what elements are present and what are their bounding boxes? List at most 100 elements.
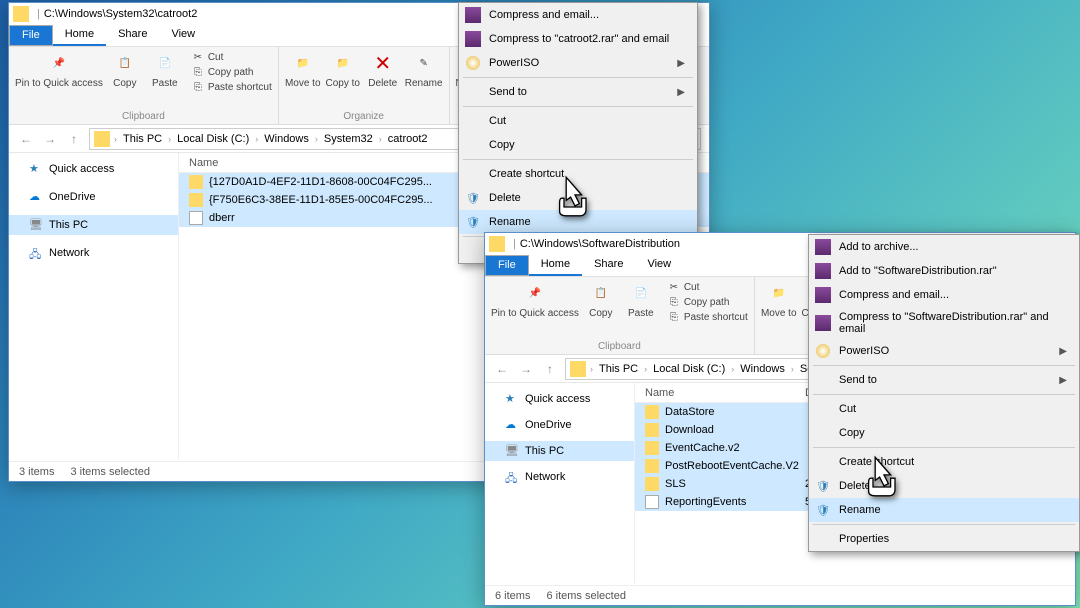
chevron-right-icon: ▶: [1059, 346, 1067, 357]
tab-home[interactable]: Home: [53, 25, 106, 46]
up-button[interactable]: ↑: [541, 360, 559, 378]
back-button[interactable]: ←: [17, 130, 35, 148]
blank-icon: [465, 137, 481, 153]
context-menu: Add to archive...Add to "SoftwareDistrib…: [808, 234, 1080, 552]
ctx-cut[interactable]: Cut: [809, 397, 1079, 421]
tab-view[interactable]: View: [635, 255, 683, 276]
tab-home[interactable]: Home: [529, 255, 582, 276]
folder-icon: [189, 193, 203, 207]
nav-this-pc[interactable]: 🖥This PC: [9, 215, 178, 235]
nav-network[interactable]: 🖧Network: [485, 467, 634, 487]
ctx-send-to[interactable]: Send to▶: [459, 80, 697, 104]
rar-icon: [815, 263, 831, 279]
folder-icon: [13, 6, 29, 22]
moveto-button[interactable]: 📁Move to: [285, 50, 321, 111]
ctx-compress-to-softwaredistribution-rar-and-email[interactable]: Compress to "SoftwareDistribution.rar" a…: [809, 307, 1079, 339]
tab-share[interactable]: Share: [106, 25, 159, 46]
status-selected: 6 items selected: [546, 590, 625, 602]
group-organize: Organize: [285, 111, 443, 124]
context-menu: Compress and email...Compress to "catroo…: [458, 2, 698, 264]
paste-button[interactable]: 📄Paste: [623, 280, 659, 341]
rename-button[interactable]: ✎Rename: [405, 50, 443, 111]
blank-icon: [465, 243, 481, 259]
chevron-right-icon: ▶: [1059, 375, 1067, 386]
rar-icon: [465, 31, 481, 47]
copy-button[interactable]: 📋Copy: [107, 50, 143, 111]
star-icon: ★: [29, 162, 43, 176]
network-icon: 🖧: [29, 246, 43, 260]
nav-quick-access[interactable]: ★Quick access: [9, 159, 178, 179]
forward-button[interactable]: →: [517, 360, 535, 378]
copypath-button[interactable]: ⎘Copy path: [191, 65, 272, 79]
blank-icon: [815, 425, 831, 441]
status-count: 3 items: [19, 466, 54, 478]
cloud-icon: ☁: [505, 418, 519, 432]
ctx-rename[interactable]: 🛡Rename: [459, 210, 697, 234]
status-bar: 6 items 6 items selected: [485, 585, 1075, 605]
nav-this-pc[interactable]: 🖥This PC: [485, 441, 634, 461]
nav-onedrive[interactable]: ☁OneDrive: [485, 415, 634, 435]
nav-quick-access[interactable]: ★Quick access: [485, 389, 634, 409]
pastesc-button[interactable]: ⎘Paste shortcut: [191, 80, 272, 94]
delete-button[interactable]: ✕Delete: [365, 50, 401, 111]
ctx-copy[interactable]: Copy: [459, 133, 697, 157]
tab-file[interactable]: File: [9, 25, 53, 46]
copy-button[interactable]: 📋Copy: [583, 280, 619, 341]
folder-icon: [645, 477, 659, 491]
ctx-delete[interactable]: 🛡Delete: [459, 186, 697, 210]
blank-icon: [465, 166, 481, 182]
file-icon: [645, 495, 659, 509]
monitor-icon: 🖥: [29, 218, 43, 232]
ctx-add-to-archive-[interactable]: Add to archive...: [809, 235, 1079, 259]
paste-button[interactable]: 📄Paste: [147, 50, 183, 111]
ctx-cut[interactable]: Cut: [459, 109, 697, 133]
nav-onedrive[interactable]: ☁OneDrive: [9, 187, 178, 207]
disc-icon: [465, 55, 481, 71]
nav-pane: ★Quick access ☁OneDrive 🖥This PC 🖧Networ…: [9, 153, 179, 459]
tab-share[interactable]: Share: [582, 255, 635, 276]
status-selected: 3 items selected: [70, 466, 149, 478]
copyto-button[interactable]: 📁Copy to: [325, 50, 361, 111]
ctx-add-to-softwaredistribution-rar-[interactable]: Add to "SoftwareDistribution.rar": [809, 259, 1079, 283]
blank-icon: [815, 401, 831, 417]
group-clipboard: Clipboard: [15, 111, 272, 124]
pin-button[interactable]: 📌Pin to Quick access: [491, 280, 579, 341]
pastesc-button[interactable]: ⎘Paste shortcut: [667, 310, 748, 324]
ctx-poweriso[interactable]: PowerISO▶: [459, 51, 697, 75]
forward-button[interactable]: →: [41, 130, 59, 148]
tab-file[interactable]: File: [485, 255, 529, 276]
up-button[interactable]: ↑: [65, 130, 83, 148]
ctx-compress-to-catroot-rar-and-email[interactable]: Compress to "catroot2.rar" and email: [459, 27, 697, 51]
folder-icon: [94, 131, 110, 147]
file-icon: [189, 211, 203, 225]
ctx-create-shortcut[interactable]: Create shortcut: [459, 162, 697, 186]
copypath-button[interactable]: ⎘Copy path: [667, 295, 748, 309]
blank-icon: [465, 113, 481, 129]
window-title-path: C:\Windows\SoftwareDistribution: [520, 238, 680, 250]
ctx-delete[interactable]: 🛡Delete: [809, 474, 1079, 498]
nav-network[interactable]: 🖧Network: [9, 243, 178, 263]
tab-view[interactable]: View: [159, 25, 207, 46]
moveto-button[interactable]: 📁Move to: [761, 280, 797, 341]
network-icon: 🖧: [505, 470, 519, 484]
ctx-compress-and-email-[interactable]: Compress and email...: [809, 283, 1079, 307]
ctx-send-to[interactable]: Send to▶: [809, 368, 1079, 392]
pin-button[interactable]: 📌Pin to Quick access: [15, 50, 103, 111]
star-icon: ★: [505, 392, 519, 406]
ctx-poweriso[interactable]: PowerISO▶: [809, 339, 1079, 363]
cut-button[interactable]: ✂Cut: [667, 280, 748, 294]
folder-icon: [189, 175, 203, 189]
ctx-compress-and-email-[interactable]: Compress and email...: [459, 3, 697, 27]
rar-icon: [815, 287, 831, 303]
ctx-create-shortcut[interactable]: Create shortcut: [809, 450, 1079, 474]
watermark: UG⊕TFIX: [1009, 590, 1070, 604]
ctx-properties[interactable]: Properties: [809, 527, 1079, 551]
back-button[interactable]: ←: [493, 360, 511, 378]
cut-button[interactable]: ✂Cut: [191, 50, 272, 64]
ctx-copy[interactable]: Copy: [809, 421, 1079, 445]
rar-icon: [465, 7, 481, 23]
window-title-path: C:\Windows\System32\catroot2: [44, 8, 197, 20]
nav-pane: ★Quick access ☁OneDrive 🖥This PC 🖧Networ…: [485, 383, 635, 583]
ctx-rename[interactable]: 🛡Rename: [809, 498, 1079, 522]
folder-icon: [645, 441, 659, 455]
